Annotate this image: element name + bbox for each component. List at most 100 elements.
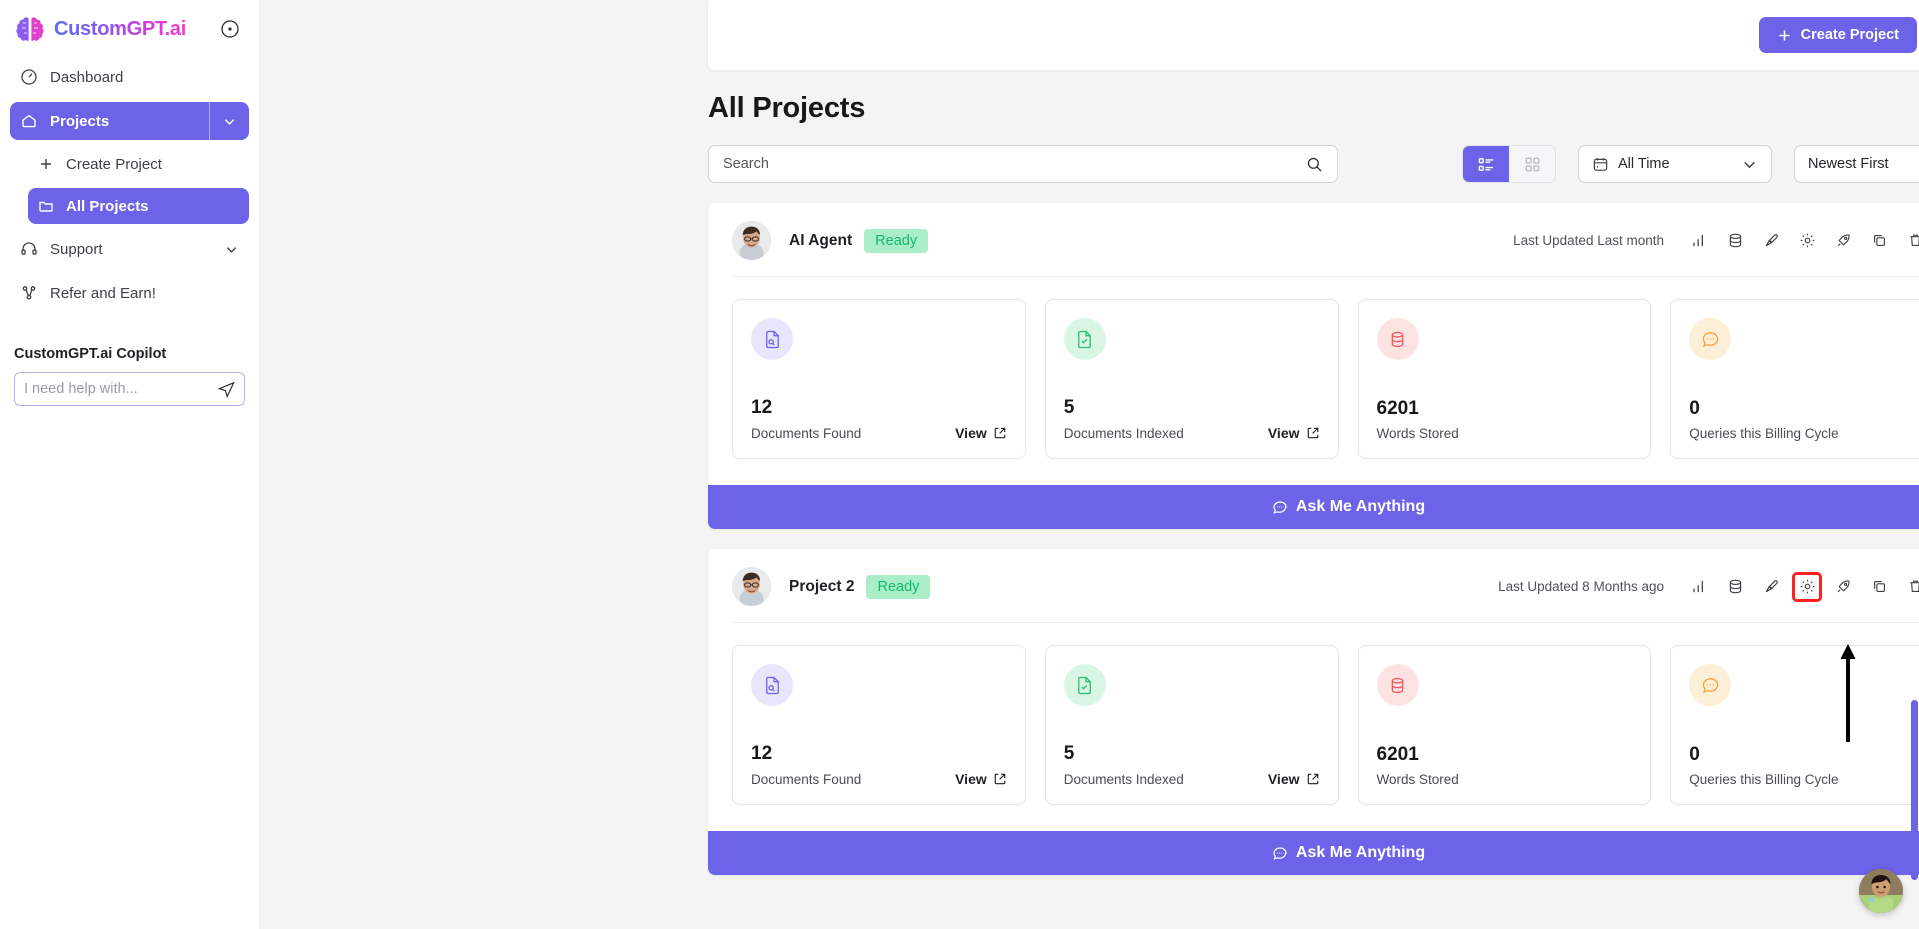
project-stats: 12 Documents Found View 5 Documents Inde…: [708, 277, 1919, 485]
sort-label: Newest First: [1808, 156, 1889, 172]
sidebar-item-refer-and-earn[interactable]: Refer and Earn!: [10, 274, 249, 312]
paintbrush-icon[interactable]: [1758, 228, 1784, 254]
paintbrush-icon[interactable]: [1758, 574, 1784, 600]
sidebar-nav: Dashboard Projects Create Project All Pr…: [0, 56, 259, 312]
copilot-title: CustomGPT.ai Copilot: [14, 346, 167, 362]
external-link-icon: [1306, 772, 1320, 786]
stat-value: 6201: [1376, 398, 1419, 419]
sidebar-item-all-projects[interactable]: All Projects: [28, 188, 249, 224]
stat-label: Queries this Billing Cycle: [1689, 772, 1839, 787]
search-box[interactable]: [708, 145, 1338, 183]
view-toggle-list[interactable]: [1463, 146, 1509, 182]
stat-view-label: View: [1267, 771, 1300, 787]
copy-icon[interactable]: [1866, 228, 1892, 254]
vertical-scrollbar-thumb[interactable]: [1911, 700, 1918, 880]
trash-icon[interactable]: [1902, 228, 1919, 254]
trash-icon[interactable]: [1902, 574, 1919, 600]
stat-card-words-stored: 6201 Words Stored: [1357, 299, 1652, 459]
stat-label: Documents Indexed: [1063, 425, 1184, 441]
copy-icon[interactable]: [1866, 574, 1892, 600]
doc-search-icon: [751, 664, 793, 706]
project-card: AI Agent Ready Last Updated Last month 1…: [708, 203, 1919, 529]
chevron-down-icon[interactable]: [224, 242, 239, 257]
project-header: AI Agent Ready Last Updated Last month: [708, 203, 1919, 260]
gear-icon[interactable]: [1792, 571, 1822, 602]
external-link-icon: [993, 426, 1007, 440]
stat-footer: Queries this Billing Cycle: [1689, 772, 1919, 787]
gauge-icon: [20, 68, 38, 86]
database-icon[interactable]: [1722, 228, 1748, 254]
copilot-input[interactable]: [24, 381, 211, 397]
chat-dots-icon: [1689, 664, 1732, 706]
copilot-input-wrap[interactable]: [14, 372, 245, 406]
stat-view-link[interactable]: View: [1268, 425, 1320, 441]
rocket-icon[interactable]: [1830, 574, 1856, 600]
doc-check-icon: [1063, 318, 1106, 360]
search-icon[interactable]: [1306, 156, 1323, 173]
stat-view-label: View: [955, 425, 987, 441]
bar-chart-icon[interactable]: [1686, 574, 1712, 600]
main-content: Create Project C All Projects: [260, 0, 1919, 929]
stat-value: 0: [1689, 398, 1700, 419]
sidebar-item-label: Refer and Earn!: [50, 284, 156, 302]
view-toggle-grid[interactable]: [1509, 146, 1555, 182]
gear-icon[interactable]: [1794, 228, 1820, 254]
brand-logo[interactable]: CustomGPT.ai: [14, 16, 186, 42]
doc-check-icon: [1063, 664, 1106, 706]
stat-value: 0: [1689, 744, 1700, 765]
database-icon[interactable]: [1722, 574, 1748, 600]
chat-icon: [1271, 499, 1288, 516]
stat-view-link[interactable]: View: [955, 425, 1007, 441]
sidebar-item-support[interactable]: Support: [10, 230, 249, 268]
page-title: All Projects: [708, 92, 866, 124]
project-meta: Last Updated Last month: [1513, 228, 1919, 254]
sidebar-projects-expand-toggle[interactable]: [209, 102, 249, 140]
stat-label: Words Stored: [1376, 426, 1459, 441]
view-toggle: [1462, 145, 1556, 183]
last-updated-text: Last Updated Last month: [1513, 233, 1664, 248]
project-avatar: [732, 567, 771, 606]
stat-view-link[interactable]: View: [955, 771, 1007, 787]
stat-footer: Words Stored: [1377, 426, 1633, 441]
plus-icon: [1777, 28, 1792, 43]
ask-me-anything-button[interactable]: Ask Me Anything: [708, 831, 1919, 875]
external-link-icon: [1306, 426, 1320, 440]
time-filter-label: All Time: [1618, 156, 1670, 172]
sidebar-item-projects[interactable]: Projects: [10, 102, 209, 140]
bar-chart-icon[interactable]: [1686, 228, 1712, 254]
stat-card-queries-billing-cycle: 0 Queries this Billing Cycle: [1670, 645, 1919, 805]
sidebar-header: CustomGPT.ai: [0, 0, 259, 56]
database-icon: [1376, 664, 1419, 706]
stat-value: 5: [1063, 397, 1075, 418]
home-icon: [20, 112, 38, 130]
stat-card-queries-billing-cycle: 0 Queries this Billing Cycle: [1670, 299, 1919, 459]
create-project-button[interactable]: Create Project: [1758, 17, 1917, 53]
support-agent-avatar[interactable]: [1859, 869, 1903, 913]
ask-me-anything-button[interactable]: Ask Me Anything: [708, 485, 1919, 529]
projects-toolbar: All Time Newest First: [708, 145, 1919, 183]
time-filter-select[interactable]: All Time: [1578, 145, 1772, 183]
send-icon[interactable]: [217, 380, 236, 399]
stat-value: 12: [751, 743, 773, 764]
status-badge: Ready: [866, 574, 931, 599]
clock-icon[interactable]: [219, 18, 241, 40]
last-updated-text: Last Updated 8 Months ago: [1498, 579, 1664, 594]
ask-me-anything-label: Ask Me Anything: [1295, 498, 1426, 515]
grid-view-icon: [1523, 155, 1542, 174]
stat-footer: Queries this Billing Cycle: [1689, 426, 1919, 441]
folder-icon: [38, 198, 54, 214]
sort-select[interactable]: Newest First: [1794, 145, 1919, 183]
stat-card-documents-found: 12 Documents Found View: [732, 645, 1026, 805]
headset-icon: [20, 240, 38, 258]
search-input[interactable]: [723, 156, 1298, 172]
toolbar-right: All Time Newest First: [1462, 145, 1919, 183]
stat-label: Queries this Billing Cycle: [1689, 426, 1839, 441]
stat-label: Documents Found: [751, 771, 862, 787]
sidebar-item-dashboard[interactable]: Dashboard: [10, 58, 249, 96]
stat-card-documents-found: 12 Documents Found View: [732, 299, 1026, 459]
rocket-icon[interactable]: [1830, 228, 1856, 254]
project-meta: Last Updated 8 Months ago: [1498, 571, 1919, 602]
sidebar-item-create-project[interactable]: Create Project: [28, 146, 249, 182]
doc-search-icon: [751, 318, 793, 360]
stat-view-link[interactable]: View: [1268, 771, 1320, 787]
